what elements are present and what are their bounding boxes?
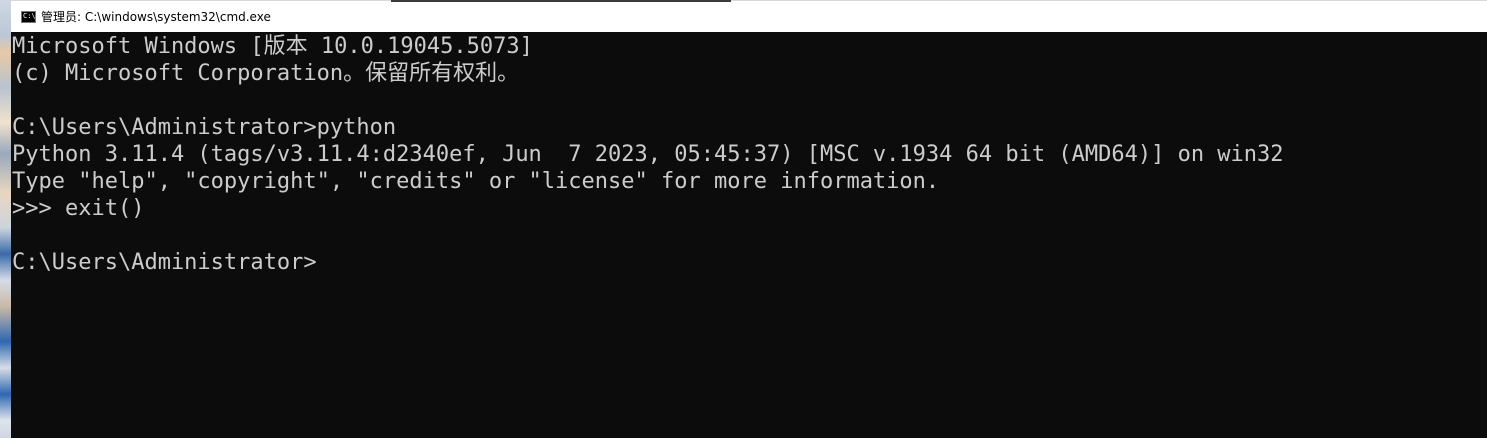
console-prompt-line[interactable]: C:\Users\Administrator> [12,249,317,276]
console-line: Type "help", "copyright", "credits" or "… [12,169,940,194]
cmd-window[interactable]: C:\ 管理员: C:\windows\system32\cmd.exe Mic… [11,0,1487,438]
desktop-edge-strip [0,0,11,438]
console-line: Microsoft Windows [版本 10.0.19045.5073] [12,34,533,59]
console-line: (c) Microsoft Corporation。保留所有权利。 [12,61,520,86]
console-line: C:\Users\Administrator>python [12,115,397,140]
console-output[interactable]: Microsoft Windows [版本 10.0.19045.5073] (… [11,32,1487,438]
window-title: 管理员: C:\windows\system32\cmd.exe [41,10,271,24]
console-line: >>> exit() [12,196,145,221]
console-icon-glyph: C:\ [23,12,36,20]
title-bar-top-edge [391,0,731,2]
title-bar[interactable]: C:\ 管理员: C:\windows\system32\cmd.exe [11,0,1487,32]
console-line: Python 3.11.4 (tags/v3.11.4:d2340ef, Jun… [12,142,1284,167]
console-icon[interactable]: C:\ [21,11,36,23]
